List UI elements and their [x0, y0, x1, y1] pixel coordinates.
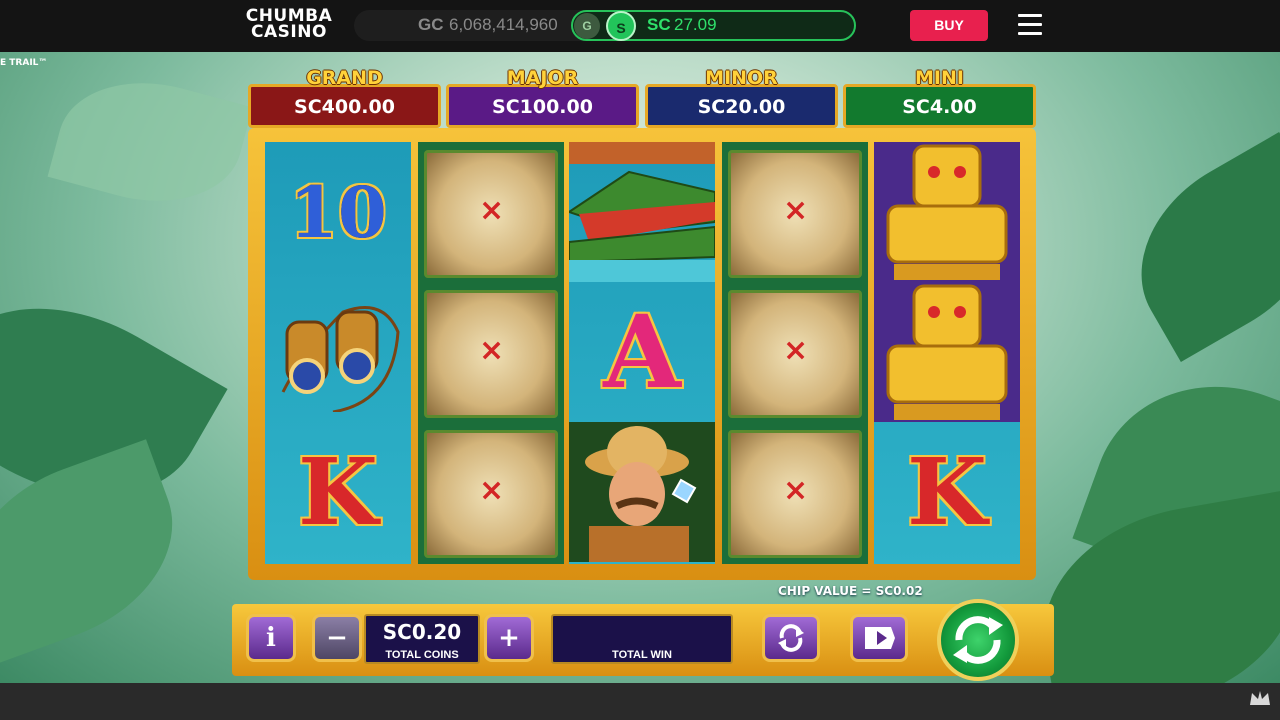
jackpot-major-value: SC100.00: [492, 96, 593, 118]
map-x-mark: ×: [479, 193, 505, 228]
autoplay-icon: [778, 624, 804, 652]
sweeps-coin-toggle[interactable]: S: [606, 11, 636, 41]
symbol-ten-text: 10: [289, 170, 387, 254]
reel-4: × × ×: [722, 142, 868, 564]
symbol-binoculars: [265, 282, 411, 422]
map-x-mark: ×: [783, 473, 809, 508]
jackpot-grand-value: SC400.00: [294, 96, 395, 118]
info-button[interactable]: i: [246, 614, 296, 662]
chip-value-label: CHIP VALUE = SC0.02: [778, 584, 923, 598]
map-x-mark: ×: [479, 473, 505, 508]
symbol-golden-idol: [874, 282, 1020, 422]
jackpot-major-title: MAJOR: [506, 67, 579, 89]
reel-3: A: [569, 142, 715, 564]
symbol-treasure-map: ×: [424, 150, 558, 278]
game-title-fragment: E TRAIL™: [0, 58, 48, 68]
symbol-treasure-map: ×: [728, 150, 862, 278]
gc-balance: 6,068,414,960: [449, 15, 558, 34]
map-x-mark: ×: [783, 193, 809, 228]
symbol-ten: 10: [265, 142, 411, 282]
total-coins-value: SC0.20: [382, 620, 462, 644]
spin-arrows-icon: [953, 616, 1003, 664]
jackpot-mini-value: SC4.00: [902, 96, 977, 118]
hamburger-menu-icon[interactable]: [1018, 14, 1042, 36]
reel-2: × × ×: [418, 142, 564, 564]
map-x-mark: ×: [479, 333, 505, 368]
jackpot-grand-title: GRAND: [306, 67, 383, 89]
autoplay-button[interactable]: [762, 614, 820, 662]
sc-label: SC: [647, 15, 671, 34]
buy-button[interactable]: BUY: [910, 10, 988, 41]
symbol-ace-text: A: [603, 293, 681, 411]
explorer-icon: [585, 426, 697, 562]
symbol-treasure-map: ×: [728, 290, 862, 418]
leaf-decoration: [47, 60, 253, 224]
crown-icon[interactable]: [1248, 689, 1272, 709]
symbol-golden-idol: [874, 142, 1020, 282]
symbol-treasure-map: ×: [728, 430, 862, 558]
symbol-king: K: [265, 422, 411, 562]
jackpot-mini-title: MINI: [915, 67, 964, 89]
reel-5: K: [874, 142, 1020, 564]
bottom-bar: [0, 683, 1280, 720]
symbol-king-text: K: [907, 438, 987, 546]
leaf-decoration: [1105, 132, 1280, 362]
golden-idol-icon: [886, 144, 1008, 280]
spin-button[interactable]: [937, 599, 1019, 681]
crocodile-icon: [569, 142, 715, 282]
symbol-explorer: [569, 422, 715, 562]
binoculars-icon: [281, 306, 400, 412]
turbo-button[interactable]: [850, 614, 908, 662]
symbol-treasure-map: ×: [424, 430, 558, 558]
gold-coin-toggle[interactable]: G: [574, 13, 600, 39]
symbol-crocodile: [569, 142, 715, 282]
logo-line-2: CASINO: [251, 22, 327, 42]
leaf-decoration: [1025, 490, 1280, 683]
symbol-ace: A: [569, 282, 715, 422]
golden-idol-icon: [886, 284, 1008, 420]
decrease-bet-button[interactable]: −: [312, 614, 362, 662]
gc-label: GC: [418, 15, 444, 34]
jackpot-minor-value: SC20.00: [697, 96, 786, 118]
turbo-icon: [865, 627, 895, 649]
symbol-king-text: K: [298, 438, 378, 546]
map-x-mark: ×: [783, 333, 809, 368]
jackpot-minor-title: MINOR: [705, 67, 778, 89]
total-win-caption: TOTAL WIN: [612, 649, 672, 661]
symbol-king: K: [874, 422, 1020, 562]
symbol-treasure-map: ×: [424, 290, 558, 418]
total-coins-caption: TOTAL COINS: [385, 649, 459, 661]
increase-bet-button[interactable]: +: [484, 614, 534, 662]
chumba-casino-logo[interactable]: CHUMBA CASINO: [244, 8, 334, 44]
reel-1: 10 K: [265, 142, 411, 564]
sc-balance: 27.09: [674, 15, 717, 34]
